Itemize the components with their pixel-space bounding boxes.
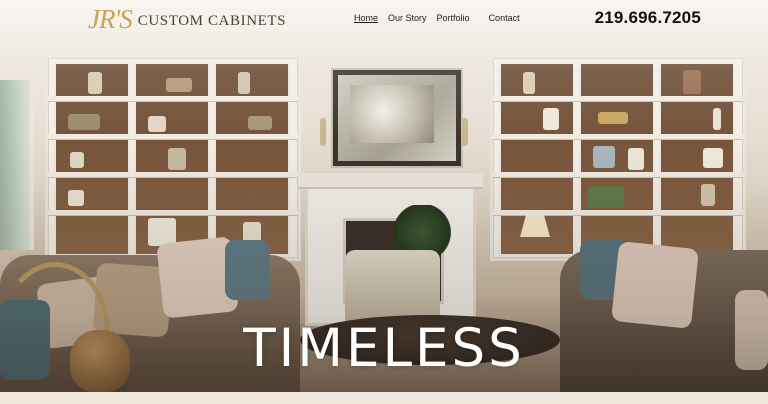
- hero-title: TIMELESS: [243, 318, 525, 379]
- phone-number[interactable]: 219.696.7205: [595, 8, 701, 28]
- nav-home[interactable]: Home: [354, 13, 378, 23]
- nav-contact[interactable]: Contact: [489, 13, 520, 23]
- nav-portfolio[interactable]: Portfolio: [437, 13, 470, 23]
- page-bottom-strip: [0, 392, 768, 404]
- logo-mark: JR'S: [88, 4, 133, 34]
- logo-text: CUSTOM CABINETS: [137, 12, 287, 29]
- main-nav: Home Our Story Portfolio Contact: [354, 13, 530, 23]
- logo[interactable]: JR'S CUSTOM CABINETS: [88, 4, 286, 34]
- site-header: JR'S CUSTOM CABINETS Home Our Story Port…: [0, 0, 768, 38]
- nav-our-story[interactable]: Our Story: [388, 13, 427, 23]
